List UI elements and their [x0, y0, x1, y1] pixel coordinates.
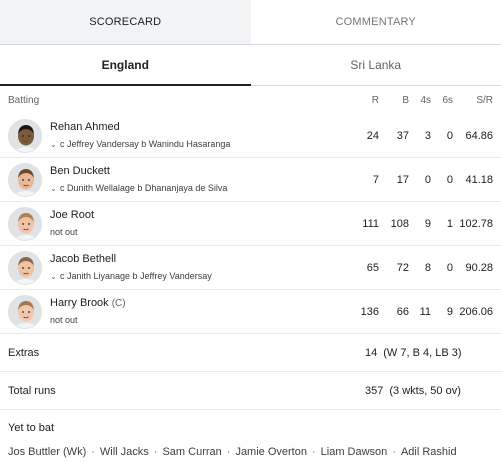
- separator-dot: ·: [153, 446, 158, 458]
- total-detail: (3 wkts, 50 ov): [389, 384, 461, 397]
- yet-to-bat-player[interactable]: Adil Rashid: [401, 446, 457, 458]
- separator-dot: ·: [226, 446, 231, 458]
- tab-commentary[interactable]: COMMENTARY: [251, 0, 501, 44]
- fours-value: 3: [424, 129, 431, 142]
- sixes-value: 1: [446, 217, 453, 230]
- player-avatar: [8, 118, 42, 153]
- balls-value: 108: [390, 217, 409, 230]
- chevron-down-icon: ⌄: [50, 183, 57, 193]
- player-name: Harry Brook: [50, 297, 109, 309]
- tab-scorecard[interactable]: SCORECARD: [0, 0, 251, 44]
- yet-to-bat-title: Yet to bat: [8, 422, 55, 434]
- fours-header: 4s: [420, 94, 431, 106]
- batter-row[interactable]: Jacob Bethell ⌄ c Janith Liyanage b Jeffr…: [0, 246, 501, 290]
- tab-sri-lanka[interactable]: Sri Lanka: [251, 45, 501, 85]
- fours-value: 8: [424, 261, 431, 274]
- batter-row[interactable]: Rehan Ahmed ⌄ c Jeffrey Vandersay b Wanin…: [0, 114, 501, 158]
- dismissal-text: c Dunith Wellalage b Dhananjaya de Silva: [60, 182, 228, 193]
- total-label: Total runs: [8, 384, 56, 397]
- yet-to-bat-player[interactable]: Sam Curran: [162, 446, 221, 458]
- sixes-value: 0: [446, 261, 453, 274]
- runs-value: 111: [362, 217, 379, 230]
- player-name: Ben Duckett: [50, 164, 110, 177]
- batting-header: Batting R B 4s 6s S/R: [0, 86, 501, 114]
- player-name: Jacob Bethell: [50, 252, 117, 265]
- captain-badge: (C): [111, 298, 126, 309]
- yet-to-bat-player[interactable]: Will Jacks: [100, 446, 149, 458]
- strike-rate-value: 64.86: [465, 129, 493, 142]
- runs-value: 7: [372, 173, 379, 186]
- dismissal-text: c Janith Liyanage b Jeffrey Vandersay: [60, 270, 212, 281]
- strike-rate-value: 206.06: [459, 305, 493, 318]
- strike-rate-value: 90.28: [465, 261, 493, 274]
- total-value: 357: [365, 384, 384, 397]
- player-name: Joe Root: [50, 209, 95, 221]
- fours-value: 0: [424, 173, 431, 186]
- total-row: Total runs 357 (3 wkts, 50 ov): [0, 372, 501, 410]
- fours-value: 9: [424, 217, 431, 230]
- team-tabs: England Sri Lanka: [0, 45, 501, 86]
- dismissal-text: not out: [50, 315, 78, 325]
- extras-row: Extras 14 (W 7, B 4, LB 3): [0, 334, 501, 372]
- batter-row[interactable]: Harry Brook (C) not out 136 66 11 9 206.0…: [0, 290, 501, 334]
- yet-to-bat-list: Jos Buttler (Wk) · Will Jacks · Sam Curran · J…: [0, 446, 501, 458]
- top-tabs: SCORECARD COMMENTARY: [0, 0, 501, 45]
- runs-value: 24: [366, 129, 379, 142]
- yet-to-bat-player[interactable]: Jamie Overton: [235, 446, 307, 458]
- dismissal-text: not out: [50, 227, 78, 237]
- player-avatar: [8, 206, 42, 241]
- yet-to-bat-player[interactable]: Jos Buttler (Wk): [8, 446, 86, 458]
- extras-value: 14: [365, 346, 378, 359]
- runs-header: R: [371, 94, 379, 106]
- separator-dot: ·: [392, 446, 396, 458]
- player-avatar: [8, 162, 42, 197]
- strike-rate-value: 41.18: [465, 173, 493, 186]
- sixes-value: 9: [446, 305, 453, 318]
- dismissal-text: c Jeffrey Vandersay b Wanindu Hasaranga: [60, 138, 231, 149]
- balls-value: 72: [396, 261, 409, 274]
- player-avatar: [8, 294, 42, 329]
- balls-value: 17: [396, 173, 409, 186]
- player-avatar: [8, 250, 42, 285]
- sixes-value: 0: [446, 173, 453, 186]
- chevron-down-icon: ⌄: [50, 271, 57, 281]
- yet-to-bat-player[interactable]: Liam Dawson: [321, 446, 388, 458]
- fours-value: 11: [419, 305, 431, 318]
- player-name: Rehan Ahmed: [50, 120, 120, 133]
- batting-label: Batting: [8, 94, 40, 106]
- batter-row[interactable]: Joe Root not out 111 108 9 1 102.78: [0, 202, 501, 246]
- strike-rate-header: S/R: [476, 94, 493, 106]
- chevron-down-icon: ⌄: [50, 139, 57, 149]
- balls-value: 37: [396, 129, 409, 142]
- balls-header: B: [402, 94, 409, 106]
- tab-england[interactable]: England: [0, 45, 251, 86]
- extras-detail: (W 7, B 4, LB 3): [383, 346, 462, 359]
- runs-value: 65: [366, 261, 379, 274]
- batter-row[interactable]: Ben Duckett ⌄ c Dunith Wellalage b Dhanan…: [0, 158, 501, 202]
- sixes-value: 0: [446, 129, 453, 142]
- separator-dot: ·: [311, 446, 316, 458]
- balls-value: 66: [396, 305, 409, 318]
- separator-dot: ·: [91, 446, 95, 458]
- batters-list: Rehan Ahmed ⌄ c Jeffrey Vandersay b Wanin…: [0, 114, 501, 334]
- sixes-header: 6s: [442, 94, 453, 106]
- runs-value: 136: [360, 305, 379, 318]
- strike-rate-value: 102.78: [459, 217, 493, 230]
- extras-label: Extras: [8, 346, 40, 359]
